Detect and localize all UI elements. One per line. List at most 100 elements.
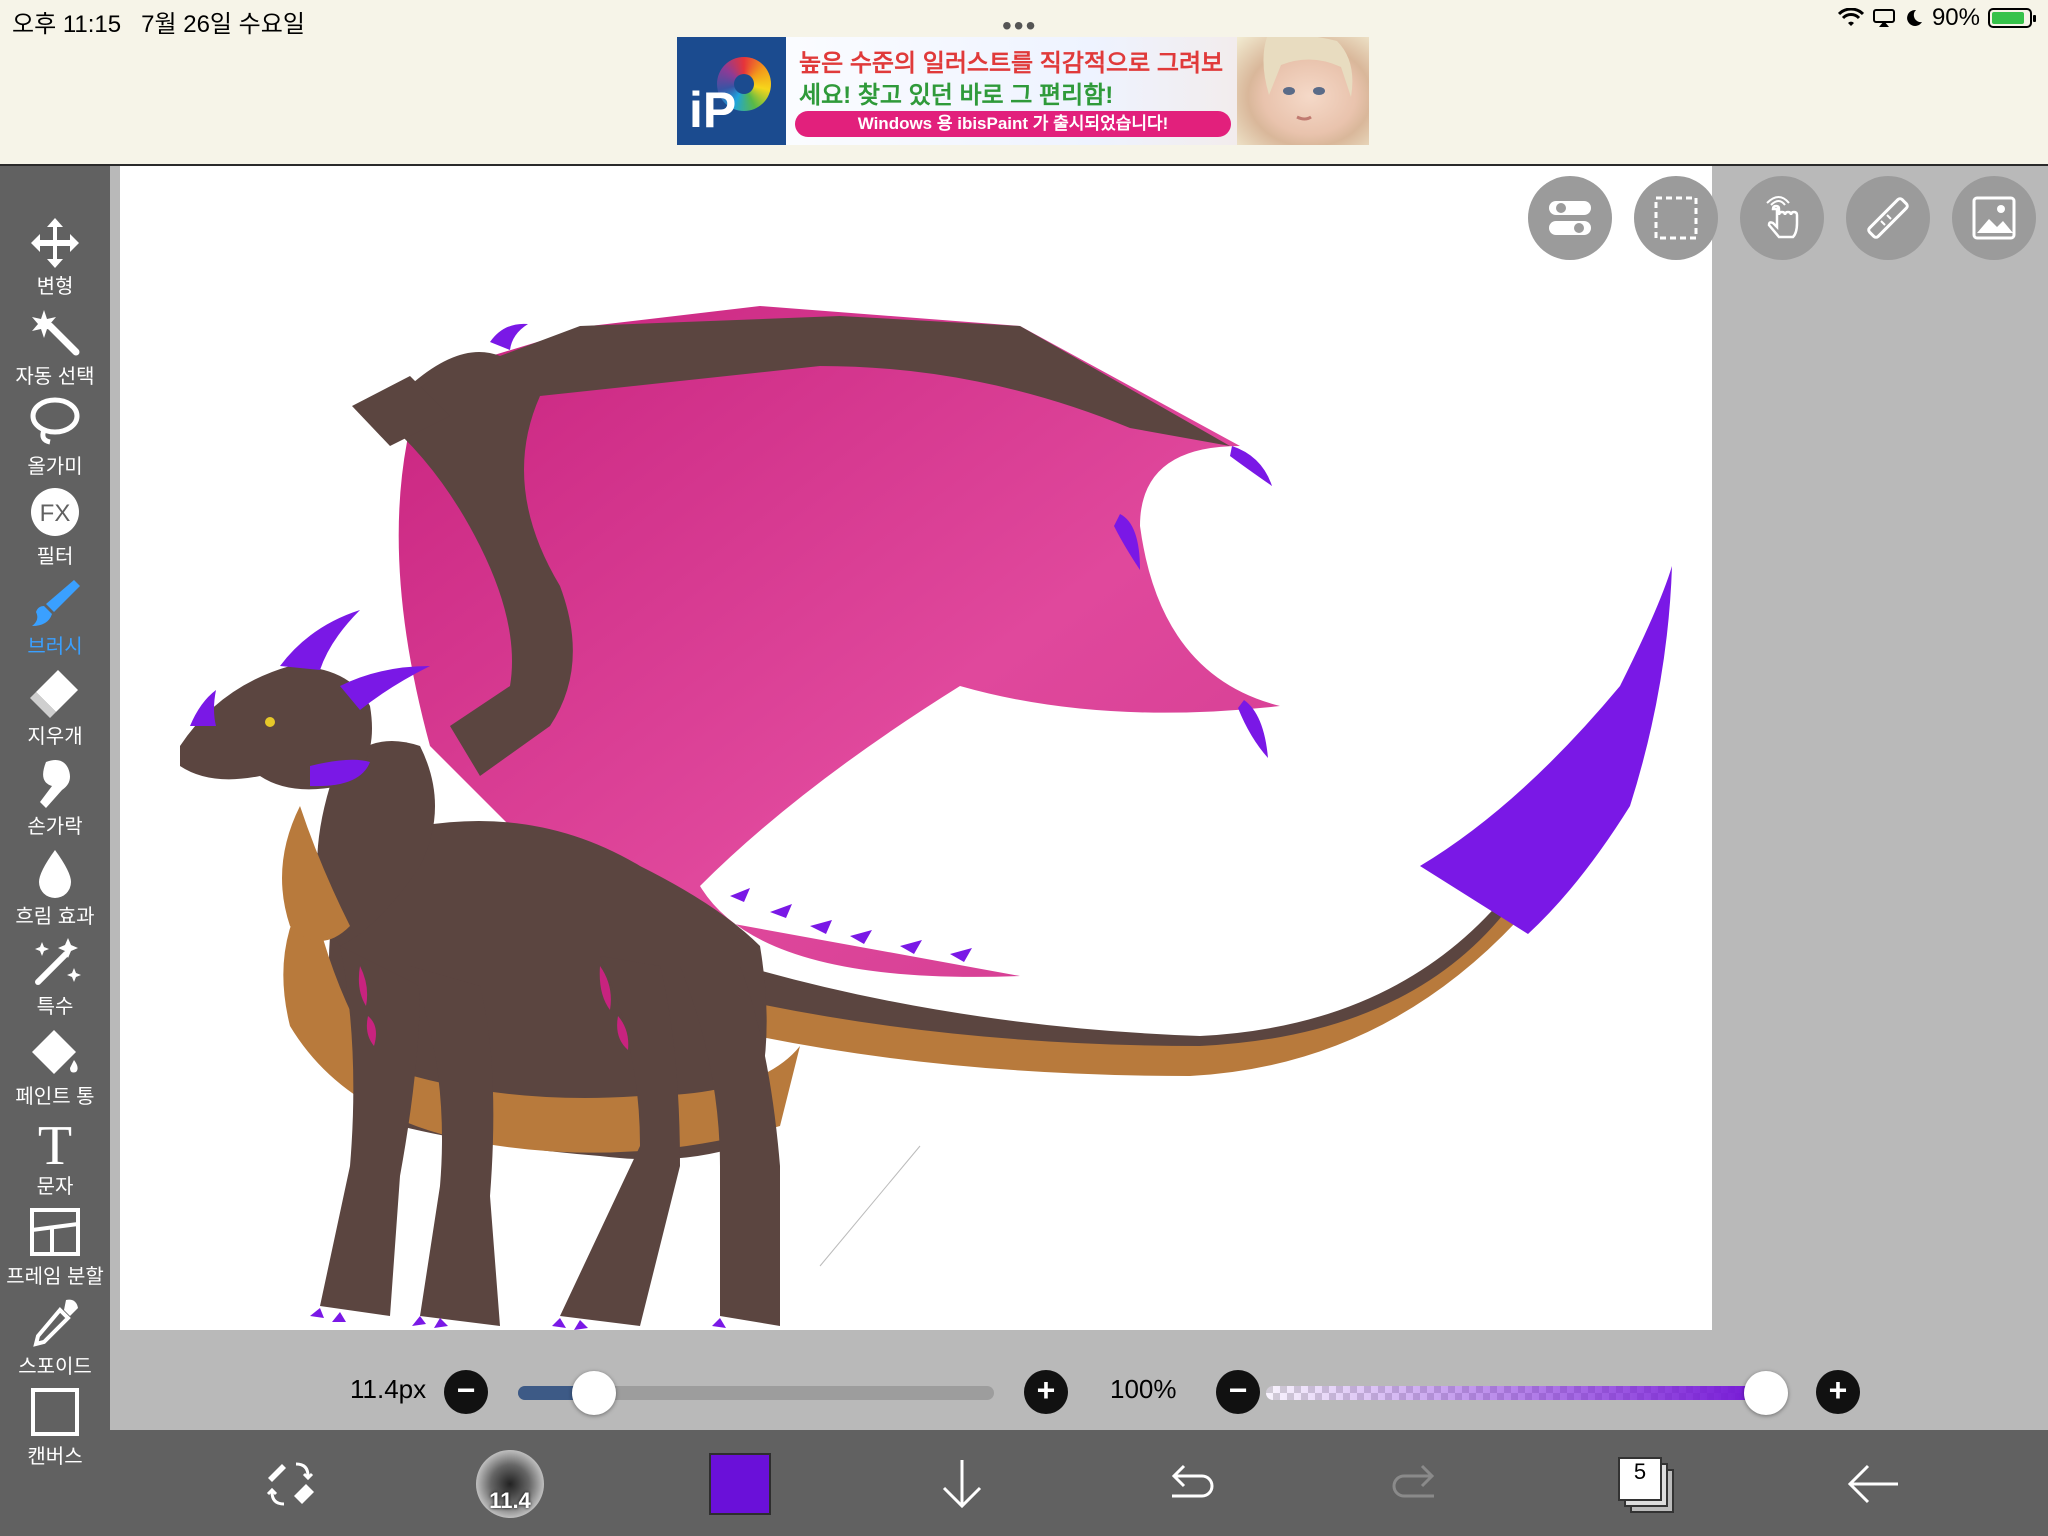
tool-label: 올가미 [27, 456, 83, 478]
battery-level [1992, 12, 2025, 24]
status-indicators: 90% [1837, 4, 2036, 32]
dashed-selection-icon [1654, 196, 1698, 240]
layers-button[interactable]: 5 [1604, 1444, 1684, 1524]
brush-preview-value: 11.4 [489, 1488, 531, 1513]
selection-button[interactable] [1634, 176, 1718, 260]
opacity-increase-button[interactable]: + [1816, 1370, 1860, 1414]
tool-label: 페인트 통 [15, 1086, 95, 1108]
layer-count: 5 [1633, 1459, 1647, 1484]
tool-label: 지우개 [27, 726, 83, 748]
image-icon [1972, 196, 2016, 240]
tool-paint-bucket[interactable]: 페인트 통 [0, 1026, 110, 1116]
svg-text:FX: FX [40, 500, 71, 527]
bottom-toolbar: 11.4 5 [110, 1430, 2048, 1536]
status-time: 오후 11:15 7월 26일 수요일 [12, 4, 305, 39]
opacity-decrease-button[interactable]: − [1216, 1370, 1260, 1414]
tool-label: 필터 [36, 546, 74, 568]
top-bar: 오후 11:15 7월 26일 수요일 ••• 90% iP 높은 수준의 일러… [0, 0, 2048, 166]
undo-icon [1171, 1464, 1214, 1498]
tool-text[interactable]: T 문자 [0, 1116, 110, 1206]
fx-filter-icon: FX [31, 488, 79, 536]
tool-label: 프레임 분할 [6, 1266, 104, 1288]
current-color-swatch [709, 1453, 771, 1515]
smudge-finger-icon [40, 760, 70, 808]
eyedropper-icon [33, 1299, 78, 1347]
tool-label: 변형 [36, 276, 74, 298]
tool-label: 흐림 효과 [15, 906, 95, 928]
canvas-icon [31, 1388, 79, 1436]
brush-icon [32, 580, 80, 626]
ad-cta-pill: Windows 용 ibisPaint 가 출시되었습니다! [795, 111, 1231, 137]
layers-icon: 5 [1618, 1457, 1674, 1513]
brush-preview: 11.4 [476, 1450, 544, 1518]
ad-banner[interactable]: iP 높은 수준의 일러스트를 직감적으로 그려보 세요! 찾고 있던 바로 그… [677, 37, 1369, 145]
redo-icon [1392, 1464, 1435, 1498]
ruler-button[interactable] [1846, 176, 1930, 260]
drawing-canvas[interactable] [120, 166, 1712, 1330]
eraser-icon [30, 670, 78, 718]
ad-headline-2: 세요! 찾고 있던 바로 그 편리함! [799, 82, 1114, 109]
tool-smudge[interactable]: 손가락 [0, 756, 110, 846]
logo-text: iP [689, 82, 737, 138]
ruler-icon [1867, 197, 1909, 239]
move-arrows-icon [31, 218, 79, 268]
opacity-label: 100% [1110, 1374, 1177, 1404]
ad-headline-1: 높은 수준의 일러스트를 직감적으로 그려보 [799, 50, 1224, 77]
quick-switch-button[interactable] [250, 1444, 330, 1524]
battery-icon [1988, 8, 2036, 28]
tool-label: 스포이드 [18, 1356, 92, 1378]
tool-transform[interactable]: 변형 [0, 216, 110, 306]
opacity-slider-thumb[interactable] [1744, 1371, 1788, 1415]
undo-button[interactable] [1150, 1444, 1230, 1524]
touch-gesture-button[interactable] [1740, 176, 1824, 260]
color-button[interactable] [700, 1444, 780, 1524]
brush-size-slider-thumb[interactable] [572, 1371, 617, 1415]
merge-down-button[interactable] [922, 1444, 1002, 1524]
airplay-icon [1872, 9, 1895, 27]
tool-label: 특수 [36, 996, 74, 1018]
tool-label: 캔버스 [27, 1446, 83, 1468]
tool-lasso[interactable]: 올가미 [0, 396, 110, 486]
brush-size-decrease-button[interactable]: − [444, 1370, 488, 1414]
tool-frame-divider[interactable]: 프레임 분할 [0, 1206, 110, 1296]
tool-eyedropper[interactable]: 스포이드 [0, 1296, 110, 1386]
brush-size-label: 11.4px [350, 1374, 427, 1404]
redo-button[interactable] [1376, 1444, 1456, 1524]
tool-label: 자동 선택 [15, 366, 95, 388]
tool-auto-select[interactable]: 자동 선택 [0, 306, 110, 396]
arrow-left-icon [1847, 1464, 1898, 1504]
status-date-text: 7월 26일 수요일 [141, 11, 305, 38]
ad-character-illustration [1237, 37, 1369, 145]
tool-brush[interactable]: 브러시 [0, 576, 110, 666]
svg-text:T: T [38, 1116, 72, 1168]
tool-blur[interactable]: 흐림 효과 [0, 846, 110, 936]
tool-label: 문자 [36, 1176, 74, 1198]
opacity-slider[interactable] [1266, 1386, 1766, 1400]
left-toolbar: 변형 자동 선택 올가미 FX 필터 브러시 지우개 손가락 흐림 효과 특수 … [0, 166, 110, 1536]
frame-divider-icon [30, 1208, 80, 1256]
lasso-icon [30, 397, 80, 445]
battery-percent: 90% [1931, 4, 1980, 31]
back-button[interactable] [1834, 1444, 1914, 1524]
hand-tap-icon [1766, 196, 1799, 239]
ibispaint-logo: iP [677, 37, 786, 145]
tool-special[interactable]: 특수 [0, 936, 110, 1026]
tool-canvas[interactable]: 캔버스 [0, 1386, 110, 1476]
status-time-text: 오후 11:15 [12, 11, 122, 38]
brush-preview-button[interactable]: 11.4 [470, 1444, 550, 1524]
special-sparkle-icon [35, 938, 81, 985]
paint-bucket-icon [32, 1030, 78, 1074]
magic-wand-icon [32, 310, 80, 356]
tool-filter[interactable]: FX 필터 [0, 486, 110, 576]
moon-icon [1907, 9, 1922, 26]
tool-eraser[interactable]: 지우개 [0, 666, 110, 756]
blur-drop-icon [39, 850, 71, 898]
wifi-icon [1837, 8, 1864, 26]
dragon-artwork [180, 306, 1672, 1330]
tool-label: 브러시 [27, 636, 83, 658]
toggle-switches-icon [1549, 201, 1591, 235]
brush-slider-row: 11.4px − + 100% − + [110, 1350, 2048, 1430]
settings-toggle-button[interactable] [1528, 176, 1612, 260]
reference-image-button[interactable] [1952, 176, 2036, 260]
brush-size-increase-button[interactable]: + [1024, 1370, 1068, 1414]
